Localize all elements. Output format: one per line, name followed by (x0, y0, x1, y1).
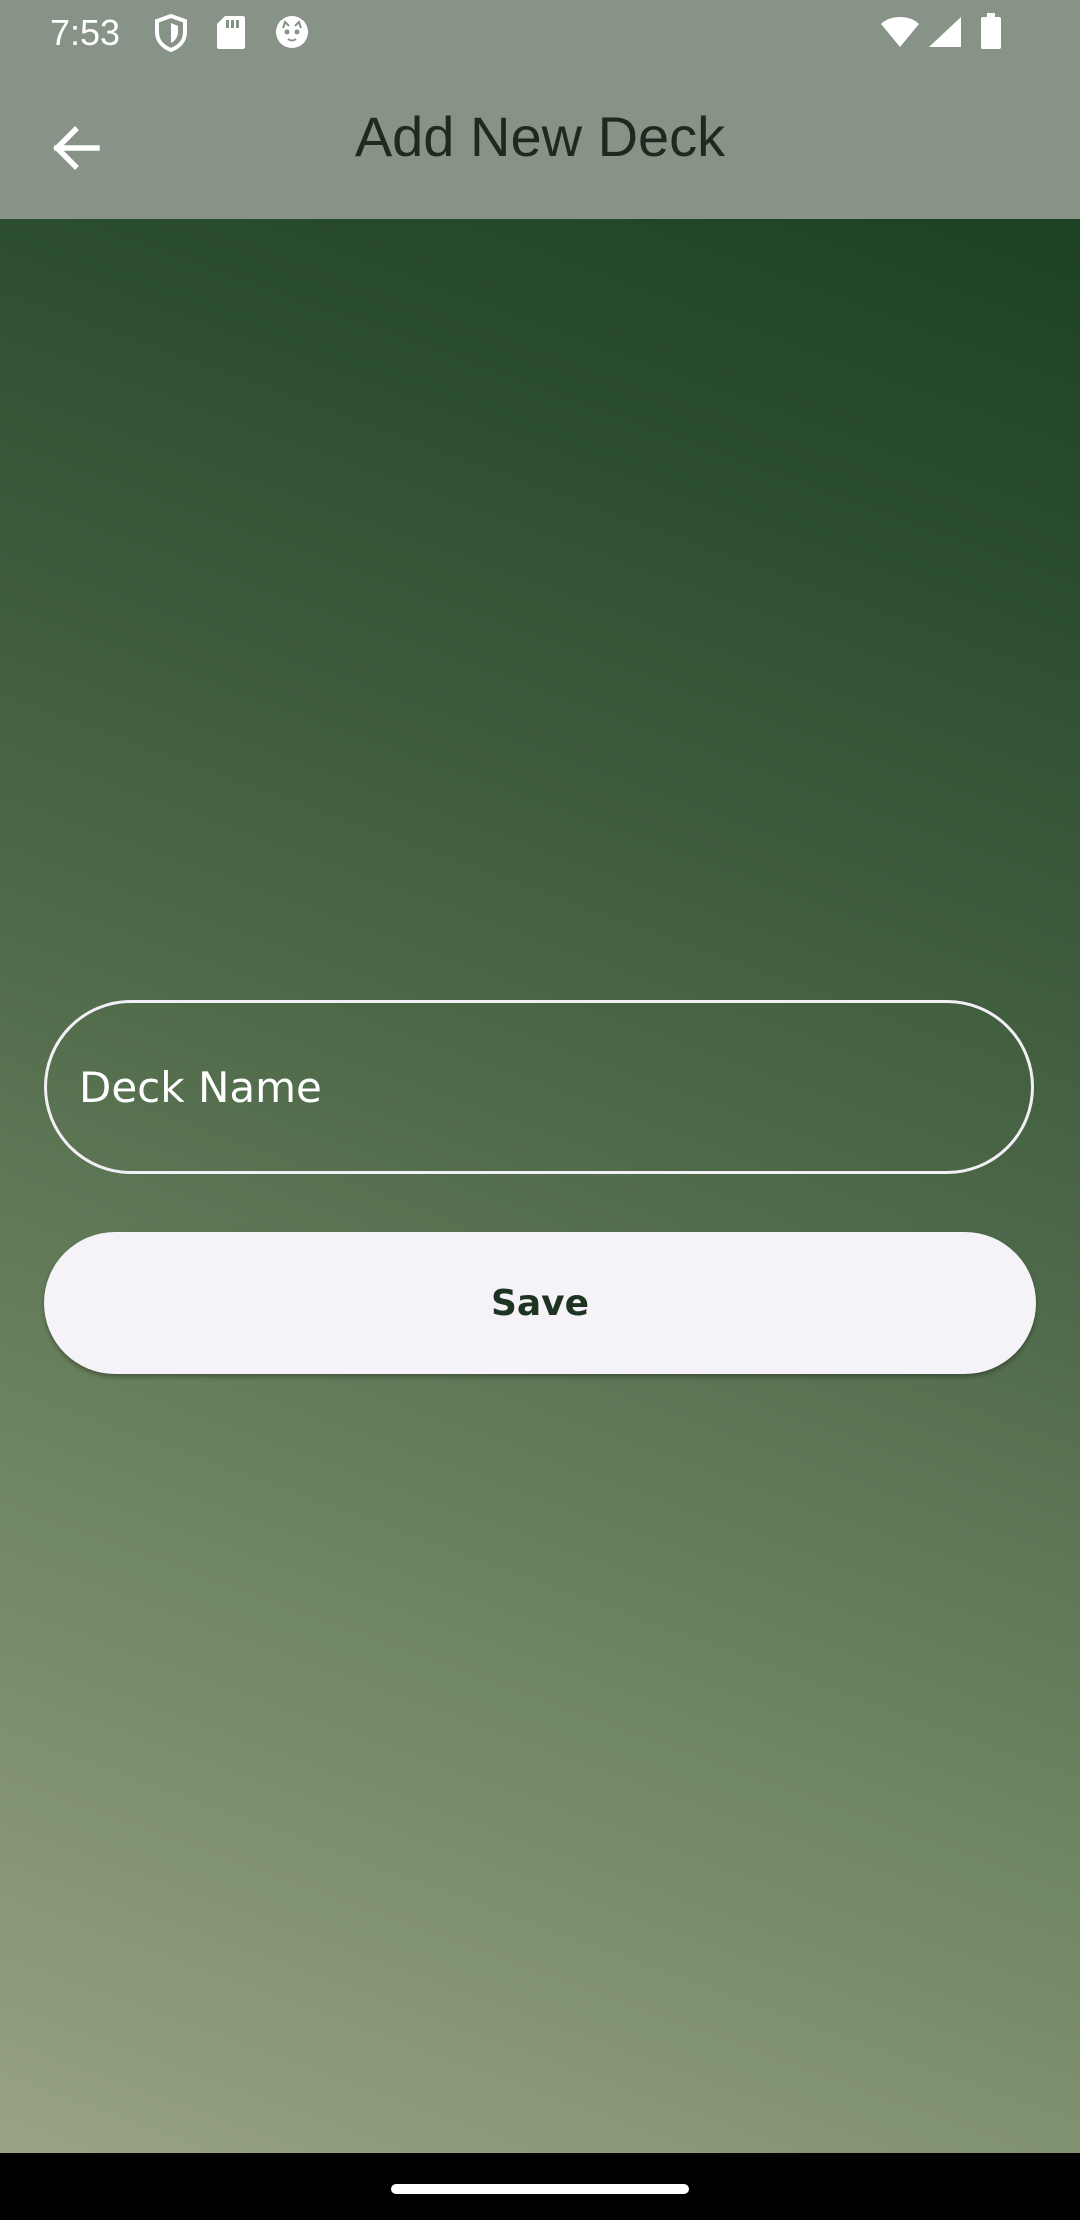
save-button[interactable]: Save (44, 1232, 1036, 1374)
top-area: 7:53 Add New Deck (0, 0, 1080, 219)
sd-card-icon (216, 14, 246, 55)
cellular-signal-icon (928, 16, 962, 53)
deck-name-input[interactable] (79, 1003, 979, 1171)
home-gesture-handle[interactable] (391, 2184, 689, 2194)
deck-name-field[interactable] (44, 1000, 1034, 1174)
app-bar: Add New Deck (0, 64, 1080, 219)
cat-face-icon (274, 14, 310, 55)
screen: 7:53 Add New Deck Deck Name Save (0, 0, 1080, 2220)
wifi-icon (880, 16, 920, 53)
status-bar: 7:53 (0, 0, 1080, 64)
status-time: 7:53 (50, 12, 121, 53)
battery-icon (980, 12, 1002, 55)
page-title: Add New Deck (354, 105, 726, 168)
shield-icon (154, 13, 188, 57)
navigation-bar (0, 2153, 1080, 2220)
